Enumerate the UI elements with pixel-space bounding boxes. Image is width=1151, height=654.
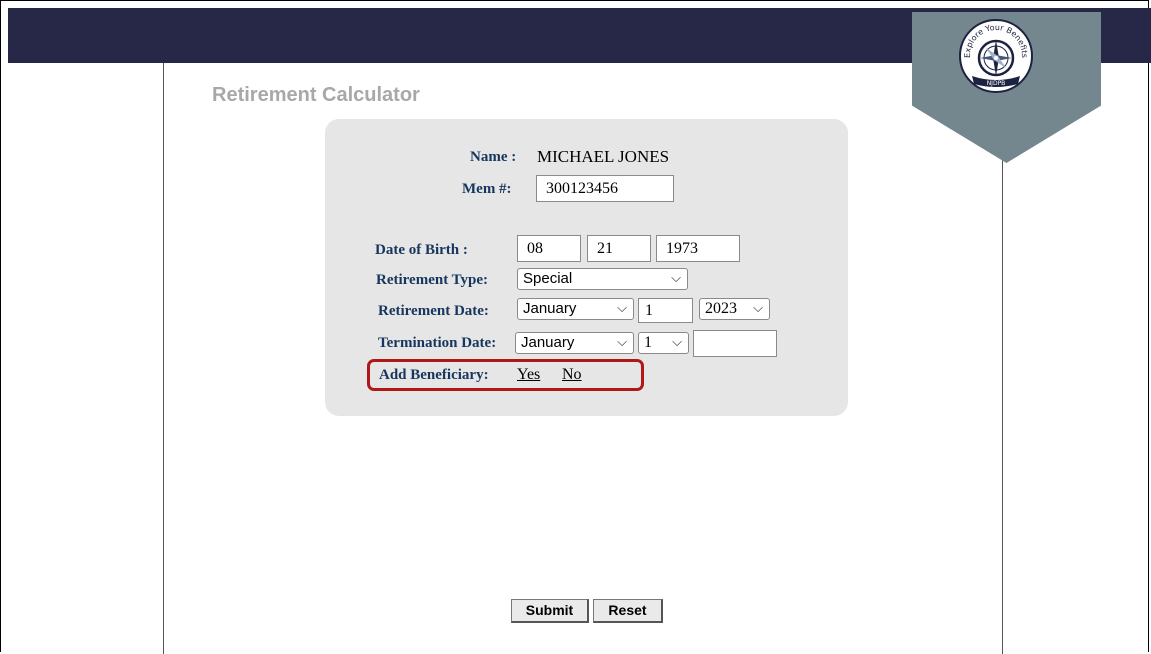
beneficiary-label: Add Beneficiary: xyxy=(379,367,489,383)
retirement-type-value: Special xyxy=(523,270,573,287)
chevron-down-icon: ⌵ xyxy=(617,335,627,350)
dob-month-field[interactable]: 08 xyxy=(517,235,581,262)
name-value: MICHAEL JONES xyxy=(537,147,670,166)
retirement-year-select[interactable]: 2023 ⌵ xyxy=(699,298,770,320)
retirement-month-value: January xyxy=(523,300,577,317)
mem-number-field[interactable]: 300123456 xyxy=(536,175,674,202)
retirement-type-select[interactable]: Special ⌵ xyxy=(517,268,688,290)
retirement-type-label: Retirement Type: xyxy=(376,272,489,288)
termination-month-select[interactable]: January ⌵ xyxy=(515,332,634,354)
chevron-down-icon: ⌵ xyxy=(671,271,681,286)
page-title: Retirement Calculator xyxy=(212,84,420,106)
compass-icon: Explore Your Benefits NJDPB xyxy=(958,18,1034,94)
retirement-day-field[interactable]: 1 xyxy=(638,298,693,323)
chevron-down-icon: ⌵ xyxy=(753,301,763,316)
termination-day-value: 1 xyxy=(644,334,652,351)
chevron-down-icon: ⌵ xyxy=(617,301,627,316)
retirement-date-label: Retirement Date: xyxy=(378,303,489,319)
termination-month-value: January xyxy=(521,334,575,351)
dob-day-field[interactable]: 21 xyxy=(587,235,651,262)
dob-year-field[interactable]: 1973 xyxy=(656,235,740,262)
beneficiary-no-link[interactable]: No xyxy=(562,366,582,384)
dob-label: Date of Birth : xyxy=(375,242,468,258)
submit-button[interactable]: Submit xyxy=(511,599,589,623)
name-label: Name : xyxy=(470,149,517,165)
termination-year-field[interactable] xyxy=(693,330,777,357)
termination-date-label: Termination Date: xyxy=(378,335,497,351)
retirement-year-value: 2023 xyxy=(705,300,737,317)
mem-label: Mem #: xyxy=(462,181,512,197)
retirement-month-select[interactable]: January ⌵ xyxy=(517,298,634,320)
reset-button[interactable]: Reset xyxy=(593,599,663,623)
beneficiary-yes-link[interactable]: Yes xyxy=(517,366,540,384)
logo-bottom-text: NJDPB xyxy=(987,80,1006,87)
termination-day-select[interactable]: 1 ⌵ xyxy=(638,332,689,354)
chevron-down-icon: ⌵ xyxy=(672,335,682,350)
